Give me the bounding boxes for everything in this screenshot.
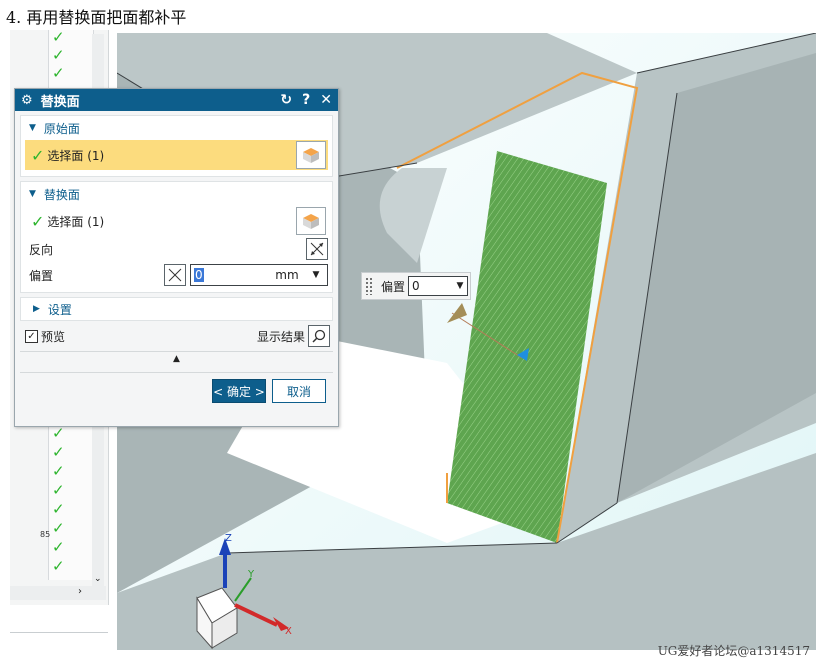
feature-status-check-icon: ✓ <box>52 46 65 64</box>
face-cube-icon <box>303 148 319 163</box>
feature-status-check-icon: ✓ <box>52 538 65 556</box>
floating-offset-field[interactable]: 0 ▼ <box>408 276 469 296</box>
feature-status-check-icon: ✓ <box>52 557 65 575</box>
original-face-group: ▼ 原始面 ✓ 选择面 (1) <box>20 115 333 177</box>
replacement-face-title: 替换面 <box>43 187 80 202</box>
divider <box>20 351 333 352</box>
offset-unit: mm <box>275 268 299 282</box>
select-face-label: 选择面 (1) <box>47 148 105 163</box>
replacement-face-header[interactable]: ▼ 替换面 <box>21 182 332 206</box>
replacement-face-group: ▼ 替换面 ✓ 选择面 (1) 反向 偏置 0 mm ▼ <box>20 181 333 293</box>
floating-offset-value[interactable]: 0 <box>409 279 453 293</box>
scroll-down-arrow-icon[interactable]: ⌄ <box>94 574 102 584</box>
expand-triangle-icon[interactable]: ▼ <box>29 123 36 133</box>
dropdown-arrow-icon[interactable]: ▼ <box>453 281 467 291</box>
offset-value[interactable]: 0 <box>194 268 204 282</box>
magnifier-icon <box>312 329 326 343</box>
help-icon[interactable]: ? <box>302 92 310 108</box>
feature-status-check-icon: ✓ <box>52 481 65 499</box>
replace-face-dialog: ⚙ 替换面 ↻ ? ✕ ▼ 原始面 ✓ 选择面 (1) ▼ 替换面 ✓ 选择面 … <box>14 88 339 427</box>
floating-offset-label: 偏置 <box>381 279 406 294</box>
caption: 4. 再用替换面把面都补平 <box>6 8 187 27</box>
reverse-label: 反向 <box>29 242 54 257</box>
dropdown-arrow-icon[interactable]: ▼ <box>308 270 324 280</box>
replacement-select-face-row[interactable]: ✓ 选择面 (1) <box>25 206 328 236</box>
gear-icon[interactable]: ⚙ <box>21 93 33 108</box>
check-icon: ✓ <box>31 211 45 231</box>
original-select-face-row[interactable]: ✓ 选择面 (1) <box>25 140 328 170</box>
expand-triangle-icon[interactable]: ▼ <box>29 189 36 199</box>
feature-status-check-icon: ✓ <box>52 64 65 82</box>
show-result-label: 显示结果 <box>256 329 305 344</box>
offset-label: 偏置 <box>29 268 54 283</box>
check-icon: ✓ <box>31 145 45 165</box>
select-face-button[interactable] <box>296 141 326 169</box>
divider <box>10 632 108 633</box>
navigator-fragment-label: 85 <box>40 530 51 539</box>
face-cube-icon <box>303 214 319 229</box>
close-icon[interactable]: ✕ <box>320 92 332 108</box>
offset-value-field[interactable]: 0 mm ▼ <box>190 264 328 286</box>
preview-label: 预览 <box>41 329 66 344</box>
navigator-hscrollbar[interactable]: › <box>10 586 106 600</box>
feature-status-check-icon: ✓ <box>52 500 65 518</box>
feature-status-check-icon: ✓ <box>52 443 65 461</box>
reverse-arrows-icon <box>310 242 324 256</box>
axis-label-x: X <box>285 626 292 637</box>
preview-row: ✓ 预览 显示结果 <box>15 323 338 349</box>
feature-status-check-icon: ✓ <box>52 519 65 537</box>
axis-label-z: Z <box>225 533 232 544</box>
feature-status-check-icon: ✓ <box>52 28 65 46</box>
show-result-button[interactable] <box>308 325 330 347</box>
settings-group-header[interactable]: ▶ 设置 <box>20 297 333 321</box>
select-face-label: 选择面 (1) <box>47 214 105 229</box>
reset-icon[interactable]: ↻ <box>280 92 292 108</box>
cancel-button[interactable]: 取消 <box>272 379 326 403</box>
original-face-header[interactable]: ▼ 原始面 <box>21 116 332 140</box>
offset-reverse-button[interactable] <box>164 264 186 286</box>
divider <box>20 372 333 373</box>
settings-title: 设置 <box>47 302 72 317</box>
axis-label-y: Y <box>248 569 255 580</box>
collapse-arrow-icon[interactable]: ▲ <box>15 354 338 370</box>
ok-button[interactable]: < 确定 > <box>212 379 266 403</box>
dialog-button-row: < 确定 > 取消 <box>15 375 338 407</box>
reverse-row: 反向 <box>21 236 332 262</box>
feature-status-check-icon: ✓ <box>52 462 65 480</box>
reverse-arrows-icon <box>168 268 182 282</box>
watermark: UG爱好者论坛@a1314517 <box>657 644 810 658</box>
scroll-right-arrow-icon[interactable]: › <box>78 586 82 597</box>
drag-grip-icon[interactable] <box>365 277 373 295</box>
select-face-button[interactable] <box>296 207 326 235</box>
collapsed-triangle-icon[interactable]: ▶ <box>33 304 40 314</box>
preview-checkbox[interactable]: ✓ <box>25 329 38 343</box>
floating-offset-widget: 偏置 0 ▼ <box>361 272 471 300</box>
dialog-titlebar[interactable]: ⚙ 替换面 ↻ ? ✕ <box>15 89 338 111</box>
reverse-direction-button[interactable] <box>306 238 328 260</box>
offset-row: 偏置 0 mm ▼ <box>21 262 332 288</box>
dialog-title: 替换面 <box>40 94 80 110</box>
original-face-title: 原始面 <box>43 121 80 136</box>
